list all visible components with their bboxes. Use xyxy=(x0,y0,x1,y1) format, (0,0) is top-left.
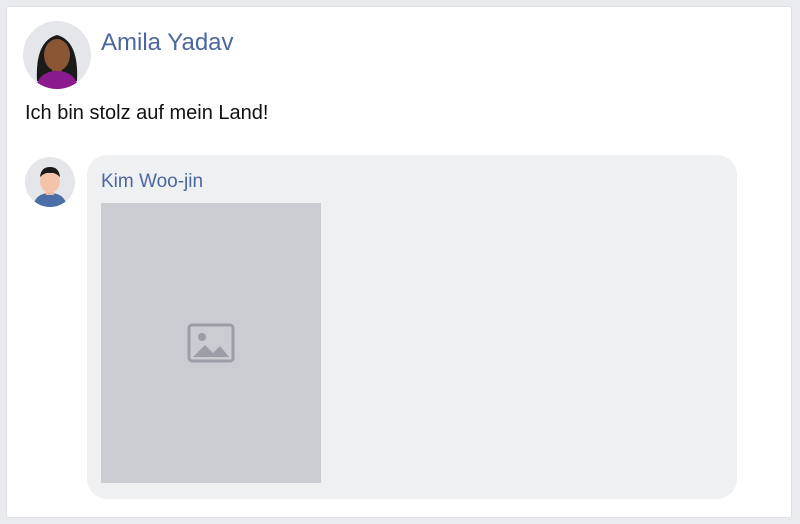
avatar[interactable] xyxy=(23,21,91,89)
comment-avatar[interactable] xyxy=(25,157,75,207)
comment-author-name[interactable]: Kim Woo-jin xyxy=(101,171,203,193)
post-author-name[interactable]: Amila Yadav xyxy=(101,29,234,57)
post-card: Amila Yadav Ich bin stolz auf mein Land!… xyxy=(6,6,792,518)
image-icon xyxy=(187,323,235,363)
comment-bubble: Kim Woo-jin xyxy=(87,155,737,499)
post-text: Ich bin stolz auf mein Land! xyxy=(25,102,269,124)
user-avatar-icon xyxy=(35,35,79,89)
user-avatar-icon xyxy=(33,167,67,207)
image-placeholder xyxy=(101,203,321,483)
